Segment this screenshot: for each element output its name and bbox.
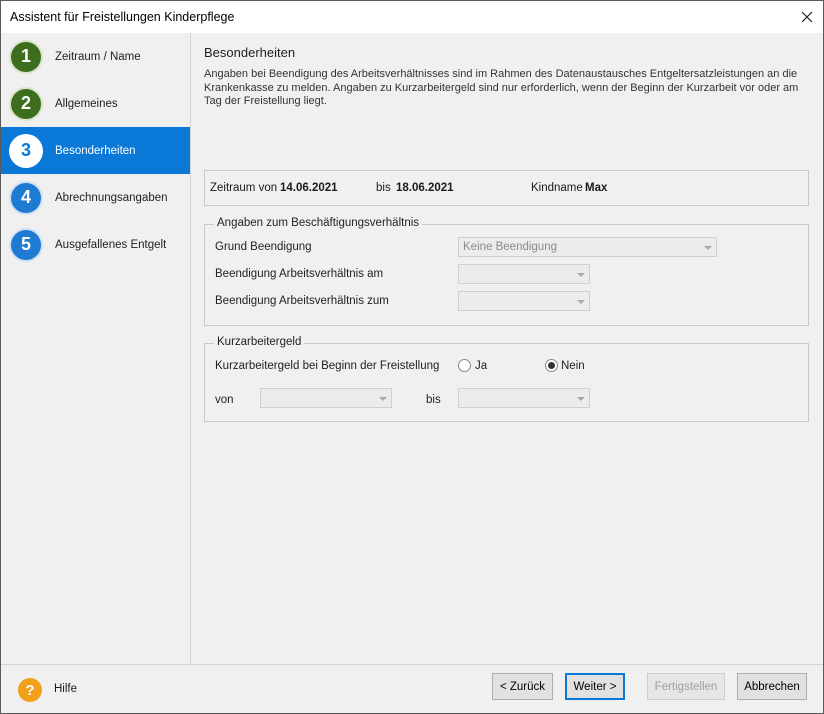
title-bar: Assistent für Freistellungen Kinderpfleg… xyxy=(1,1,823,33)
info-summary: Zeitraum von 14.06.2021 bis 18.06.2021 K… xyxy=(204,170,809,206)
grund-beendigung-select[interactable]: Keine Beendigung xyxy=(458,237,717,257)
zeitraum-label: Zeitraum von xyxy=(210,182,278,194)
beschaeftigung-group: Angaben zum Beschäftigungsverhältnis Gru… xyxy=(204,217,809,326)
step-abrechnungsangaben[interactable]: 4 Abrechnungsangaben xyxy=(1,174,190,221)
kurzarbeit-von-label: von xyxy=(215,394,234,406)
step-label: Allgemeines xyxy=(55,97,118,110)
close-button[interactable] xyxy=(791,1,823,33)
kurzarbeitergeld-group: Kurzarbeitergeld Kurzarbeitergeld bei Be… xyxy=(204,336,809,422)
step-label: Abrechnungsangaben xyxy=(55,191,168,204)
kurzarbeitergeld-legend: Kurzarbeitergeld xyxy=(214,336,305,348)
radio-nein[interactable] xyxy=(545,359,558,372)
step-number-badge: 1 xyxy=(9,39,43,74)
wizard-window: Assistent für Freistellungen Kinderpfleg… xyxy=(0,0,824,714)
back-button[interactable]: < Zurück xyxy=(492,673,553,700)
zeitraum-bis-value: 18.06.2021 xyxy=(396,182,454,194)
radio-ja[interactable] xyxy=(458,359,471,372)
step-label: Besonderheiten xyxy=(55,144,136,157)
step-label: Ausgefallenes Entgelt xyxy=(55,238,167,251)
step-number-badge: 5 xyxy=(9,227,43,262)
chevron-down-icon xyxy=(577,300,585,304)
chevron-down-icon xyxy=(704,246,712,250)
zeitraum-von-value: 14.06.2021 xyxy=(280,182,338,194)
help-icon[interactable]: ? xyxy=(18,678,42,702)
beendigung-zum-date-picker[interactable] xyxy=(458,291,590,311)
step-ausgefallenes-entgelt[interactable]: 5 Ausgefallenes Entgelt xyxy=(1,221,190,268)
window-title: Assistent für Freistellungen Kinderpfleg… xyxy=(10,10,235,24)
finish-button[interactable]: Fertigstellen xyxy=(647,673,725,700)
beschaeftigung-legend: Angaben zum Beschäftigungsverhältnis xyxy=(214,217,423,229)
page-title: Besonderheiten xyxy=(204,45,296,60)
step-allgemeines[interactable]: 2 Allgemeines xyxy=(1,80,190,127)
step-besonderheiten[interactable]: 3 Besonderheiten xyxy=(1,127,190,174)
grund-beendigung-label: Grund Beendigung xyxy=(215,241,312,253)
step-zeitraum-name[interactable]: 1 Zeitraum / Name xyxy=(1,33,190,80)
page-description: Angaben bei Beendigung des Arbeitsverhäl… xyxy=(204,68,799,107)
close-icon xyxy=(801,11,813,23)
grund-beendigung-value: Keine Beendigung xyxy=(463,241,557,253)
help-link[interactable]: Hilfe xyxy=(54,683,77,695)
cancel-button[interactable]: Abbrechen xyxy=(737,673,807,700)
kindname-value: Max xyxy=(585,182,608,194)
kurzarbeitergeld-question-label: Kurzarbeitergeld bei Beginn der Freistel… xyxy=(215,360,440,372)
radio-nein-label[interactable]: Nein xyxy=(561,360,585,372)
steps-sidebar: 1 Zeitraum / Name 2 Allgemeines 3 Besond… xyxy=(1,33,191,664)
kurzarbeit-von-date-picker[interactable] xyxy=(260,388,392,408)
kurzarbeit-bis-date-picker[interactable] xyxy=(458,388,590,408)
step-number-badge: 2 xyxy=(9,86,43,121)
step-number-badge: 3 xyxy=(9,133,43,168)
main-panel: Besonderheiten Angaben bei Beendigung de… xyxy=(192,33,823,664)
footer-bar: ? Hilfe < Zurück Weiter > Fertigstellen … xyxy=(1,664,823,713)
beendigung-zum-label: Beendigung Arbeitsverhältnis zum xyxy=(215,295,389,307)
step-label: Zeitraum / Name xyxy=(55,50,141,63)
kindname-label: Kindname xyxy=(531,182,583,194)
beendigung-am-label: Beendigung Arbeitsverhältnis am xyxy=(215,268,384,280)
kurzarbeit-bis-label: bis xyxy=(426,394,441,406)
chevron-down-icon xyxy=(379,397,387,401)
chevron-down-icon xyxy=(577,397,585,401)
beendigung-am-date-picker[interactable] xyxy=(458,264,590,284)
next-button[interactable]: Weiter > xyxy=(565,673,625,700)
bis-label: bis xyxy=(376,182,391,194)
chevron-down-icon xyxy=(577,273,585,277)
step-number-badge: 4 xyxy=(9,180,43,215)
radio-ja-label[interactable]: Ja xyxy=(475,360,487,372)
